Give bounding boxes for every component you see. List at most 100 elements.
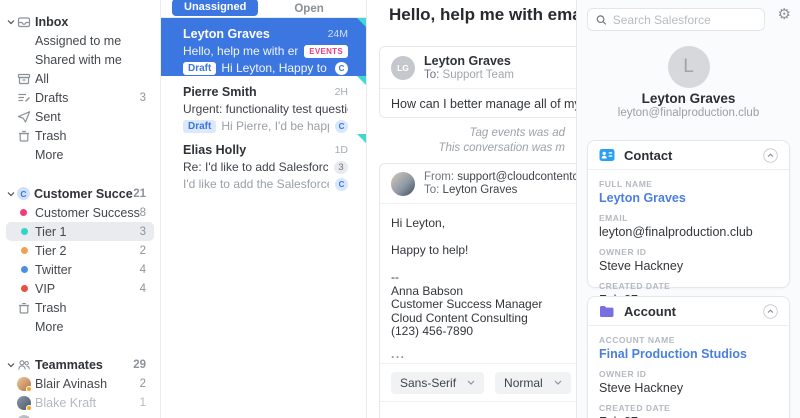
status-dot [26,385,32,392]
channel-badge: C [335,119,348,133]
channel-badge: C [335,61,348,75]
teammate-avatar [17,414,31,418]
field-value: leyton@finalproduction.club [599,225,753,239]
team-channel-icon: C [17,187,30,200]
field-value-link[interactable]: Final Production Studios [599,347,778,361]
details-panel: ⚙ L Leyton Graves leyton@finalproduction… [576,0,800,418]
tag-dot-icon [17,228,31,235]
field-label: OWNER ID [599,369,647,379]
app-window: Inbox Assigned to me Shared with me All … [0,0,800,418]
contact-card-icon [599,149,615,161]
tag-dot-icon [17,266,31,273]
tag-dot-icon [17,247,31,254]
folder-icon [600,306,614,317]
account-card: Account ACCOUNT NAME Final Production Stu… [587,296,790,418]
teammates-icon [17,358,31,372]
sidebar-section-label: Inbox [35,14,69,29]
compose-format-toolbar: Sans-Serif Normal A [380,363,576,402]
thread-title: Hello, help me with email co [389,5,576,24]
sidebar-item-shared-with-me[interactable]: Shared with me [0,50,160,69]
drafts-icon [17,91,31,105]
field-label: CREATED DATE [599,281,671,291]
tag-dot-icon [17,209,31,216]
chevron-up-circle-icon [763,147,778,163]
unread-indicator [357,18,366,27]
teammate-avatar [17,376,32,392]
conversation-events: Tag events was ad This conversation was … [368,126,565,156]
sidebar-section-inbox[interactable]: Inbox [0,12,160,31]
chevron-down-icon [467,380,475,385]
event-line: This conversation was m [438,142,565,154]
events-tag-badge: EVENTS [304,44,348,58]
font-size-dropdown[interactable]: Normal [495,371,571,394]
sidebar-item-customer-success[interactable]: Customer Success 8 [0,203,160,222]
field-label: CREATED DATE [599,403,671,413]
sidebar-item-more[interactable]: More [0,145,160,164]
search-input[interactable] [612,12,756,27]
sidebar-item-tier-1[interactable]: Tier 1 3 [6,222,154,241]
field-label: FULL NAME [599,179,653,189]
collapse-card-button[interactable] [763,147,778,163]
teammate-row-partial[interactable] [0,412,160,418]
left-sidebar: Inbox Assigned to me Shared with me All … [0,0,160,418]
channel-badge: C [335,177,348,191]
sidebar-item-team-more[interactable]: More [0,317,160,336]
teammate-avatar [17,395,32,411]
conversation-item-leyton-graves[interactable]: Leyton Graves 24M Hello, help me with em… [161,18,366,76]
tab-open[interactable]: Open [294,3,323,15]
conversation-item-elias-holly[interactable]: Elias Holly 1D Re: I'd like to add Sales… [161,134,366,192]
chevron-up-circle-icon [763,303,778,319]
trash-icon [17,129,31,143]
sidebar-item-blair-avinash[interactable]: Blair Avinash 2 [0,374,160,393]
salesforce-search[interactable] [587,8,765,31]
trash-icon [17,301,31,315]
sidebar-item-team-trash[interactable]: Trash [0,298,160,317]
sidebar-item-all[interactable]: All [0,69,160,88]
search-icon [596,14,607,25]
tag-dot-icon [17,285,31,292]
contact-avatar: L [667,46,710,88]
sidebar-item-assigned-to-me[interactable]: Assigned to me [0,31,160,50]
contact-email: leyton@finalproduction.club [617,107,760,119]
sidebar-item-trash[interactable]: Trash [0,126,160,145]
chevron-down-icon [7,18,15,26]
tab-unassigned[interactable]: Unassigned [172,0,259,16]
chevron-down-icon [7,190,15,198]
field-value-link[interactable]: Leyton Graves [599,191,778,205]
chevron-down-icon [7,361,15,369]
quoted-text-toggle[interactable]: ... [391,347,576,362]
field-label: EMAIL [599,213,628,223]
archive-icon [17,72,31,86]
font-family-dropdown[interactable]: Sans-Serif [391,371,485,394]
chevron-down-icon [554,380,562,385]
sidebar-item-blake-kraft[interactable]: Blake Kraft 1 [0,393,160,412]
message-collapsed[interactable]: LG Leyton Graves To: Support Team How ca… [379,46,576,118]
field-label: OWNER ID [599,247,647,257]
settings-gear-icon[interactable]: ⚙ [778,5,791,23]
draft-badge: Draft [183,61,217,75]
conversation-tabs: Unassigned Open All [161,0,390,18]
sidebar-item-twitter[interactable]: Twitter 4 [0,260,160,279]
sidebar-item-drafts[interactable]: Drafts 3 [0,88,160,107]
collapse-card-button[interactable] [763,303,778,319]
sidebar-section-customer-success[interactable]: C Customer Success 21 [0,184,160,203]
contact-card: Contact FULL NAME Leyton Graves EMAIL leyt… [587,140,790,307]
conversation-list: Unassigned Open All Leyton Graves 24M He… [160,0,390,418]
event-line: Tag events was ad [469,127,565,139]
thread-pane: Hello, help me with email co LG Leyton G… [368,0,576,418]
inbox-icon [17,15,31,29]
sender-avatar [391,171,415,196]
sidebar-section-teammates[interactable]: Teammates 29 [0,355,160,374]
sidebar-item-vip[interactable]: VIP 4 [0,279,160,298]
send-icon [17,110,31,124]
sidebar-item-sent[interactable]: Sent [0,107,160,126]
unread-indicator [357,76,366,85]
draft-badge: Draft [183,119,217,133]
unread-indicator [357,134,366,143]
field-value: Steve Hackney [599,259,684,273]
sender-name: Leyton Graves [424,54,511,68]
sidebar-item-tier-2[interactable]: Tier 2 2 [0,241,160,260]
message-count-badge: 3 [334,160,348,174]
message-expanded: From: support@cloudcontentconsul To: Ley… [379,163,576,418]
conversation-item-pierre-smith[interactable]: Pierre Smith 2H Urgent: functionality te… [161,76,366,134]
